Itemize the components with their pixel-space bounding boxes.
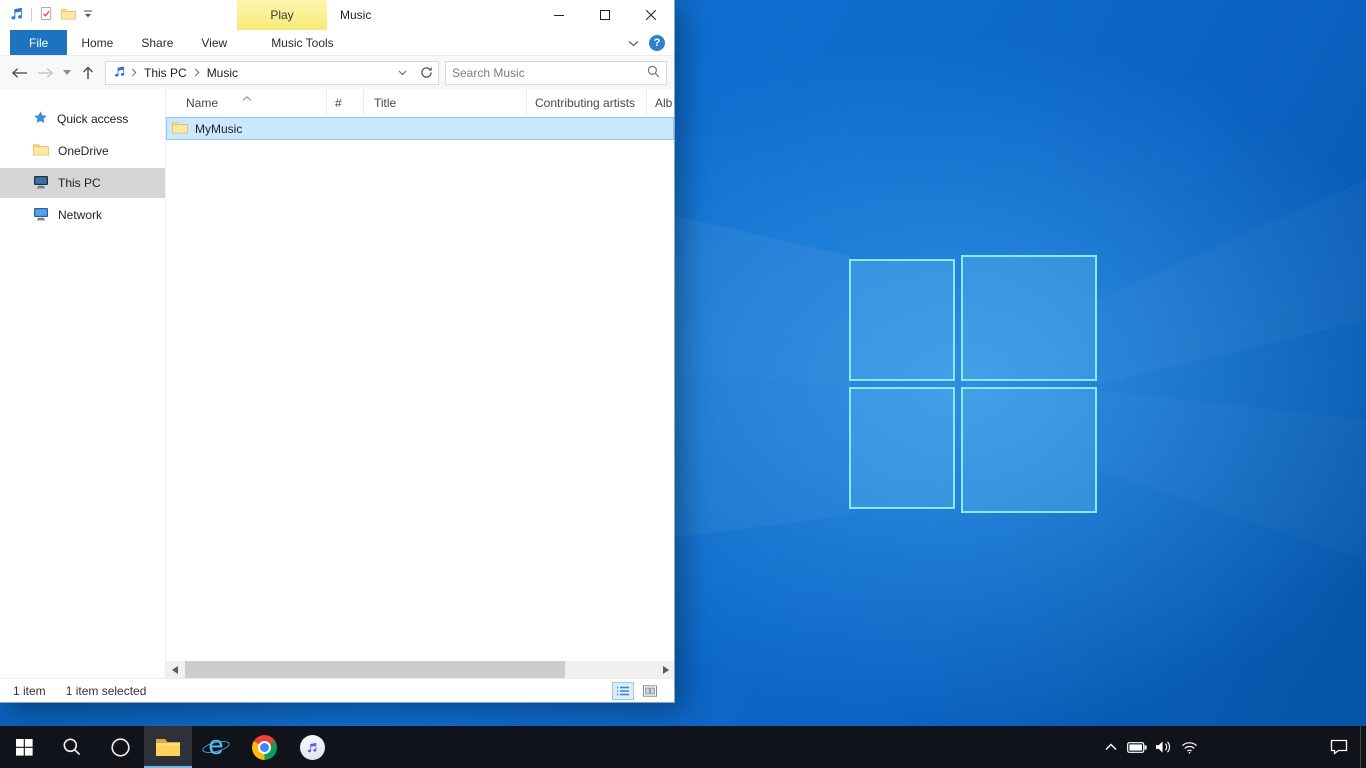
view-toggles (612, 682, 661, 700)
help-icon[interactable]: ? (649, 35, 665, 51)
cortana-icon[interactable] (96, 726, 144, 768)
breadcrumb-chevron-icon (131, 68, 137, 77)
close-button[interactable] (628, 0, 674, 30)
action-center-icon[interactable] (1318, 726, 1360, 768)
caption-buttons (536, 0, 674, 30)
file-explorer-window: Play Music File Home Share View Music To… (0, 0, 675, 703)
search-icon[interactable] (647, 65, 660, 81)
navigation-pane: Quick access OneDrive This PC Network (0, 89, 166, 678)
customize-toolbar-chevron-icon[interactable] (83, 8, 93, 22)
tab-share[interactable]: Share (127, 30, 187, 55)
sidebar-item-label: Network (58, 208, 102, 222)
new-folder-icon[interactable] (61, 8, 76, 23)
address-bar[interactable]: This PC Music (105, 61, 439, 85)
title-bar: Play Music (0, 0, 674, 30)
breadcrumb-music[interactable]: Music (205, 66, 240, 80)
onedrive-folder-icon (33, 143, 49, 159)
column-header-album[interactable]: Alb (647, 89, 674, 117)
minimize-button[interactable] (536, 0, 582, 30)
tab-music-tools[interactable]: Music Tools (257, 30, 347, 55)
column-headers: Name # Title Contributing artists Alb (166, 89, 674, 117)
scroll-left-arrow-icon[interactable] (166, 661, 183, 678)
ie-letter-glyph: e (208, 732, 223, 759)
window-content: Quick access OneDrive This PC Network (0, 89, 674, 678)
tab-file[interactable]: File (10, 30, 67, 55)
item-count-text: 1 item (13, 684, 46, 698)
breadcrumb-chevron-icon (194, 68, 200, 77)
file-rows: MyMusic (166, 117, 674, 661)
details-view-button[interactable] (612, 682, 634, 700)
chrome-blue-center (260, 743, 269, 752)
maximize-button[interactable] (582, 0, 628, 30)
sidebar-item-network[interactable]: Network (0, 200, 165, 230)
show-desktop-button[interactable] (1360, 726, 1366, 768)
file-row-label: MyMusic (195, 122, 242, 136)
system-tray (1098, 726, 1366, 768)
volume-icon[interactable] (1150, 726, 1176, 768)
battery-icon[interactable] (1124, 726, 1150, 768)
column-header-number[interactable]: # (327, 89, 364, 117)
refresh-icon[interactable] (417, 62, 436, 84)
back-button[interactable] (7, 60, 31, 86)
ribbon-tab-row: File Home Share View Music Tools ? (0, 30, 674, 56)
toolbar-separator (31, 8, 32, 22)
expand-ribbon-chevron-icon[interactable] (628, 36, 639, 50)
internet-explorer-icon[interactable]: e (192, 726, 240, 768)
tab-home[interactable]: Home (67, 30, 127, 55)
scroll-right-arrow-icon[interactable] (657, 661, 674, 678)
taskbar-search-icon[interactable] (48, 726, 96, 768)
recent-locations-chevron-icon[interactable] (59, 60, 74, 86)
start-button[interactable] (0, 726, 48, 768)
taskbar-file-explorer-button[interactable] (144, 726, 192, 768)
file-list-pane: Name # Title Contributing artists Alb My… (166, 89, 674, 678)
itunes-icon[interactable] (288, 726, 336, 768)
folder-icon (172, 121, 188, 137)
sidebar-item-quick-access[interactable]: Quick access (0, 104, 165, 134)
breadcrumb-music-icon (113, 65, 126, 81)
breadcrumb-this-pc[interactable]: This PC (142, 66, 189, 80)
tab-view[interactable]: View (187, 30, 241, 55)
sidebar-item-this-pc[interactable]: This PC (0, 168, 165, 198)
column-header-contributing-artists[interactable]: Contributing artists (527, 89, 647, 117)
computer-icon (33, 175, 49, 192)
quick-access-toolbar (0, 6, 93, 24)
sidebar-item-label: This PC (58, 176, 101, 190)
column-header-title[interactable]: Title (364, 89, 527, 117)
sidebar-item-label: Quick access (57, 112, 128, 126)
chrome-icon[interactable] (240, 726, 288, 768)
window-title: Music (340, 0, 371, 30)
star-icon (33, 110, 48, 128)
forward-button[interactable] (33, 60, 57, 86)
network-icon (33, 207, 49, 224)
wifi-network-icon[interactable] (1176, 726, 1202, 768)
up-button[interactable] (76, 60, 100, 86)
search-input[interactable] (452, 66, 647, 80)
sort-ascending-caret-icon (242, 90, 252, 104)
chrome-white-ring (258, 741, 271, 754)
tray-chevron-up-icon[interactable] (1098, 726, 1124, 768)
search-box[interactable] (445, 61, 667, 85)
sidebar-item-onedrive[interactable]: OneDrive (0, 136, 165, 166)
properties-check-icon[interactable] (39, 6, 54, 24)
ribbon-right-controls: ? (628, 30, 674, 55)
itunes-circle (300, 735, 325, 760)
file-row-mymusic[interactable]: MyMusic (166, 117, 674, 140)
address-dropdown-chevron-icon[interactable] (393, 62, 412, 84)
scrollbar-thumb[interactable] (185, 661, 565, 678)
sidebar-item-label: OneDrive (58, 144, 109, 158)
taskbar: e (0, 726, 1366, 768)
navigation-toolbar: This PC Music (0, 56, 674, 89)
status-bar: 1 item 1 item selected (0, 678, 674, 702)
app-music-icon[interactable] (9, 6, 24, 24)
contextual-tab-group-play[interactable]: Play (237, 0, 327, 30)
selection-count-text: 1 item selected (66, 684, 147, 698)
chrome-circle (252, 735, 277, 760)
large-icons-view-button[interactable] (639, 682, 661, 700)
horizontal-scrollbar[interactable] (166, 661, 674, 678)
